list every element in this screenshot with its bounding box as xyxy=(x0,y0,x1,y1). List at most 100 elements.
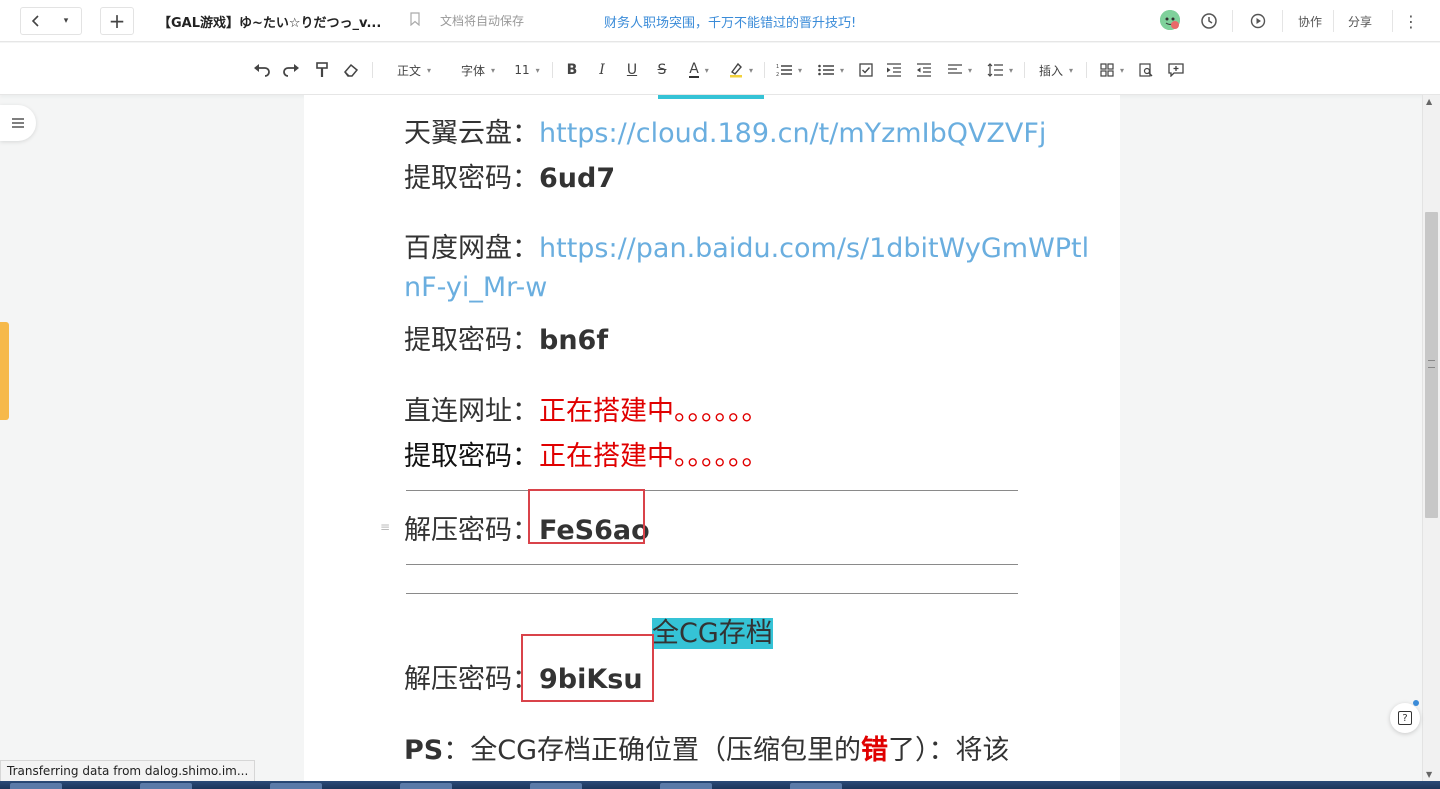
baidu-link-continued[interactable]: nF-yi_Mr-w xyxy=(404,272,547,303)
divider xyxy=(1024,62,1025,78)
table-button[interactable]: ▾ xyxy=(1098,60,1126,80)
highlight-color-button[interactable]: ▾ xyxy=(726,60,756,80)
bullet-list-button[interactable]: ▾ xyxy=(816,60,846,80)
ordered-list-icon: 12 xyxy=(776,64,792,77)
plus-icon: + xyxy=(108,9,126,33)
more-icon: ⋮ xyxy=(1403,11,1419,31)
share-button[interactable]: 分享 xyxy=(1340,8,1380,34)
baidu-link[interactable]: https://pan.baidu.com/s/1dbitWyGmWPtl xyxy=(539,233,1089,264)
format-painter-button[interactable] xyxy=(314,60,330,80)
font-size-select[interactable]: 11 ▾ xyxy=(512,60,542,80)
document-title[interactable]: 【GAL游戏】ゆ~たい☆りだつっ_v... xyxy=(158,12,381,31)
taskbar-item[interactable] xyxy=(140,783,192,789)
comment-button[interactable] xyxy=(1168,60,1184,80)
ps-label: PS xyxy=(404,735,444,766)
divider xyxy=(1282,10,1283,32)
horizontal-rule xyxy=(406,564,1018,565)
drag-handle-icon[interactable]: ≡ xyxy=(380,520,390,534)
code-label-1: 提取密码： xyxy=(404,163,539,194)
ps-error-word: 错 xyxy=(861,735,889,766)
collaborate-button[interactable]: 协作 xyxy=(1290,8,1330,34)
line-spacing-icon xyxy=(987,63,1003,77)
promo-link[interactable]: 财务人职场突围，千万不能错过的晋升技巧! xyxy=(604,12,856,31)
underline-button[interactable]: U xyxy=(624,60,640,80)
more-menu-button[interactable]: ⋮ xyxy=(1398,8,1424,34)
taskbar-item[interactable] xyxy=(10,783,62,789)
undo-icon xyxy=(254,64,270,77)
taskbar-item[interactable] xyxy=(530,783,582,789)
font-family-select[interactable]: 字体 ▾ xyxy=(454,60,502,80)
redo-icon xyxy=(283,64,299,77)
find-replace-button[interactable] xyxy=(1138,60,1154,80)
taskbar-item[interactable] xyxy=(270,783,322,789)
tianyi-link[interactable]: https://cloud.189.cn/t/mYzmIbQVZVFj xyxy=(539,118,1046,149)
caret-down-icon: ▾ xyxy=(797,65,802,75)
document-page: 天翼云盘：https://cloud.189.cn/t/mYzmIbQVZVFj… xyxy=(304,95,1120,789)
align-button[interactable]: ▾ xyxy=(946,60,974,80)
indent-increase-icon xyxy=(887,63,901,77)
clear-format-button[interactable] xyxy=(343,60,359,80)
history-icon xyxy=(1201,13,1217,29)
annotation-box xyxy=(528,489,645,544)
new-document-button[interactable]: + xyxy=(100,7,134,35)
comment-add-icon xyxy=(1168,63,1184,77)
play-circle-icon xyxy=(1250,13,1266,29)
history-dropdown-button[interactable]: ▾ xyxy=(51,8,81,34)
scroll-down-arrow-icon[interactable]: ▼ xyxy=(1426,770,1432,779)
italic-icon: I xyxy=(599,62,605,78)
save-status: 文档将自动保存 xyxy=(440,14,525,28)
avatar[interactable] xyxy=(1160,10,1180,30)
back-button[interactable] xyxy=(21,8,51,34)
indent-decrease-icon xyxy=(917,63,931,77)
caret-down-icon: ▾ xyxy=(1069,65,1074,75)
unzip-label-2: 解压密码： xyxy=(404,664,539,695)
bullet-list-icon xyxy=(818,64,834,76)
edit-position-marker xyxy=(0,322,9,420)
direct-value: 正在搭建中。。。。。。 xyxy=(539,396,769,427)
presentation-button[interactable] xyxy=(1245,8,1271,34)
code-line-2: 提取密码：bn6f xyxy=(404,318,608,357)
code-line-3: 提取密码：正在搭建中。。。。。。 xyxy=(404,434,769,473)
checklist-button[interactable] xyxy=(858,60,874,80)
history-button[interactable] xyxy=(1196,8,1222,34)
help-icon: ? xyxy=(1398,711,1412,725)
caret-down-icon: ▾ xyxy=(967,65,972,75)
format-painter-icon xyxy=(316,62,328,77)
table-grid-icon xyxy=(1100,63,1114,77)
divider xyxy=(1232,10,1233,32)
outline-toggle-button[interactable] xyxy=(0,105,36,141)
help-button[interactable]: ? xyxy=(1390,703,1420,733)
hamburger-menu-icon xyxy=(12,118,24,128)
svg-text:2: 2 xyxy=(776,72,779,77)
redo-button[interactable] xyxy=(281,60,301,80)
code-label-3: 提取密码： xyxy=(404,441,539,472)
strikethrough-icon: S xyxy=(657,62,667,78)
bookmark-icon[interactable] xyxy=(410,12,420,26)
line-spacing-button[interactable]: ▾ xyxy=(986,60,1014,80)
unzip-label-1: 解压密码： xyxy=(404,515,539,546)
divider xyxy=(1392,10,1393,32)
horizontal-rule xyxy=(406,490,1018,491)
font-color-icon: A xyxy=(689,61,699,78)
undo-button[interactable] xyxy=(252,60,272,80)
scroll-up-arrow-icon[interactable]: ▲ xyxy=(1426,97,1432,106)
back-nav-group: ▾ xyxy=(20,7,82,35)
bold-button[interactable]: B xyxy=(564,60,580,80)
caret-down-icon: ▾ xyxy=(1008,65,1013,75)
browser-status-bar: Transferring data from dalog.shimo.im... xyxy=(0,760,256,782)
ordered-list-button[interactable]: 1 2 ▾ xyxy=(774,60,804,80)
indent-increase-button[interactable] xyxy=(886,60,902,80)
direct-label: 直连网址： xyxy=(404,396,539,427)
format-toolbar: 正文▾ 字体▾ 11▾ B I U S A▾ ▾ 12▾ ▾ ▾ ▾ xyxy=(0,43,1440,95)
italic-button[interactable]: I xyxy=(594,60,610,80)
indent-decrease-button[interactable] xyxy=(916,60,932,80)
underline-icon: U xyxy=(626,62,638,78)
taskbar-item[interactable] xyxy=(790,783,842,789)
font-color-button[interactable]: A ▾ xyxy=(684,60,714,80)
paragraph-style-select[interactable]: 正文 ▾ xyxy=(390,60,438,80)
taskbar-item[interactable] xyxy=(400,783,452,789)
strikethrough-button[interactable]: S xyxy=(654,60,670,80)
code-value-3: 正在搭建中。。。。。。 xyxy=(539,441,769,472)
taskbar-item[interactable] xyxy=(660,783,712,789)
insert-menu-button[interactable]: 插入 ▾ xyxy=(1038,60,1074,80)
